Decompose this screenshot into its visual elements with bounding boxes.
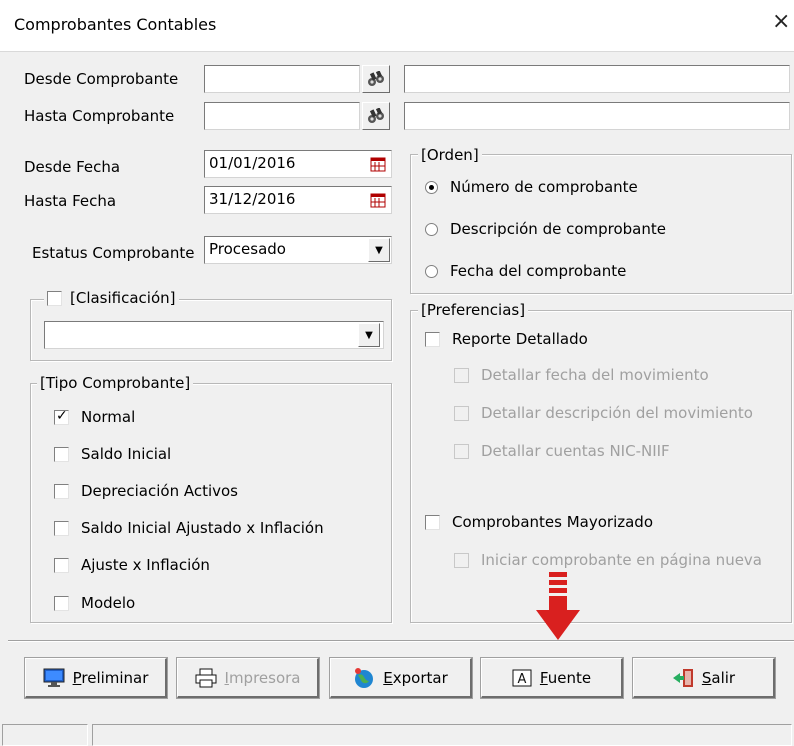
preferencias-legend: [Preferencias] — [418, 301, 529, 319]
checkbox[interactable] — [425, 514, 440, 530]
checkbox-label: Saldo Inicial Ajustado x Inflación — [81, 519, 324, 537]
checkbox[interactable] — [54, 483, 69, 499]
title-bar: Comprobantes Contables × — [0, 0, 794, 52]
estatus-label: Estatus Comprobante — [32, 244, 195, 262]
checkbox-label: Iniciar comprobante en página nueva — [481, 551, 762, 569]
exportar-label: Exportar — [383, 668, 448, 687]
hasta-comprobante-input[interactable] — [204, 102, 360, 130]
font-icon: A — [512, 669, 532, 687]
calendar-icon[interactable] — [370, 192, 386, 212]
radio-button[interactable] — [425, 264, 438, 278]
checkbox[interactable] — [54, 520, 69, 536]
desde-comprobante-label: Desde Comprobante — [24, 70, 179, 88]
checkbox-label: Saldo Inicial — [81, 445, 172, 463]
desde-fecha-input[interactable]: 01/01/2016 — [204, 150, 392, 178]
tipo-item-ajuste-inflacion[interactable]: Ajuste x Inflación — [54, 556, 210, 574]
status-panel-2 — [92, 724, 792, 746]
impresora-button: Impresora — [176, 657, 320, 699]
pagina-nueva-option: Iniciar comprobante en página nueva — [454, 551, 762, 569]
detallar-descripcion-option: Detallar descripción del movimiento — [454, 404, 753, 422]
tipo-item-normal[interactable]: ✓ Normal — [54, 408, 135, 426]
preliminar-label: Preliminar — [72, 668, 149, 687]
checkbox[interactable] — [425, 331, 440, 347]
chevron-down-icon: ▼ — [375, 244, 383, 256]
radio-label: Número de comprobante — [450, 178, 638, 196]
orden-option-fecha[interactable]: Fecha del comprobante — [425, 262, 626, 280]
checkbox[interactable] — [54, 446, 69, 462]
clasificacion-checkbox[interactable] — [47, 290, 62, 306]
checkbox-label: Normal — [81, 408, 136, 426]
status-panel-1 — [2, 724, 88, 746]
checkbox[interactable] — [54, 557, 69, 573]
salir-label: Salir — [701, 668, 736, 687]
mayorizado-option[interactable]: Comprobantes Mayorizado — [425, 513, 653, 531]
close-button[interactable]: × — [772, 11, 790, 33]
exit-door-icon — [672, 668, 693, 687]
orden-option-descripcion[interactable]: Descripción de comprobante — [425, 220, 666, 238]
chevron-down-icon: ▼ — [365, 329, 373, 341]
checkbox-label: Ajuste x Inflación — [81, 556, 210, 574]
separator — [8, 640, 794, 642]
printer-icon — [195, 668, 216, 687]
desde-comprobante-description — [404, 65, 790, 93]
hasta-fecha-input[interactable]: 31/12/2016 — [204, 186, 392, 214]
checkbox-label: Reporte Detallado — [452, 330, 588, 348]
tipo-item-depreciacion[interactable]: Depreciación Activos — [54, 482, 238, 500]
preferencias-group — [410, 310, 792, 623]
monitor-icon — [43, 668, 65, 687]
checkbox-label: Detallar cuentas NIC-NIIF — [481, 442, 670, 460]
desde-comprobante-input[interactable] — [204, 65, 360, 93]
globe-icon — [355, 667, 374, 688]
checkbox-label: Depreciación Activos — [81, 482, 239, 500]
impresora-label: Impresora — [224, 668, 301, 687]
estatus-dropdown-button[interactable]: ▼ — [368, 238, 390, 262]
radio-button[interactable] — [425, 222, 438, 236]
clasificacion-dropdown-button[interactable]: ▼ — [358, 323, 380, 347]
orden-option-numero[interactable]: Número de comprobante — [425, 178, 638, 196]
radio-button[interactable] — [425, 180, 438, 194]
estatus-select[interactable]: Procesado — [204, 236, 392, 264]
binoculars-icon — [368, 108, 384, 123]
radio-label: Descripción de comprobante — [450, 220, 666, 238]
checkbox-label: Detallar fecha del movimiento — [481, 366, 709, 384]
clasificacion-label: [Clasificación] — [70, 289, 176, 307]
checkbox — [454, 367, 469, 383]
detallar-fecha-option: Detallar fecha del movimiento — [454, 366, 709, 384]
desde-fecha-label: Desde Fecha — [24, 158, 121, 176]
checkbox[interactable] — [54, 595, 69, 611]
status-bar — [0, 724, 794, 746]
detallar-cuentas-option: Detallar cuentas NIC-NIIF — [454, 442, 670, 460]
fuente-button[interactable]: A Fuente — [480, 657, 624, 699]
calendar-icon[interactable] — [370, 156, 386, 176]
tipo-comprobante-legend: [Tipo Comprobante] — [37, 374, 194, 392]
preliminar-button[interactable]: Preliminar — [24, 657, 168, 699]
fuente-label: Fuente — [539, 668, 592, 687]
checkbox-label: Detallar descripción del movimiento — [481, 404, 753, 422]
checkbox-label: Comprobantes Mayorizado — [452, 513, 653, 531]
hasta-comprobante-description — [404, 102, 790, 130]
clasificacion-legend: [Clasificación] — [44, 289, 179, 307]
desde-comprobante-search-button[interactable] — [362, 65, 390, 93]
reporte-detallado-option[interactable]: Reporte Detallado — [425, 330, 588, 348]
tipo-item-saldo-inicial[interactable]: Saldo Inicial — [54, 445, 171, 463]
window-title: Comprobantes Contables — [14, 15, 217, 34]
hasta-comprobante-search-button[interactable] — [362, 102, 390, 130]
binoculars-icon — [368, 71, 384, 86]
exportar-button[interactable]: Exportar — [329, 657, 473, 699]
tipo-item-modelo[interactable]: Modelo — [54, 594, 135, 612]
tipo-item-saldo-ajustado[interactable]: Saldo Inicial Ajustado x Inflación — [54, 519, 324, 537]
checkbox — [454, 443, 469, 459]
radio-label: Fecha del comprobante — [450, 262, 627, 280]
hasta-fecha-label: Hasta Fecha — [24, 192, 117, 210]
clasificacion-select[interactable] — [44, 321, 384, 349]
red-arrow-annotation — [534, 572, 582, 646]
checkbox — [454, 405, 469, 421]
checkbox-label: Modelo — [81, 594, 136, 612]
checkbox — [454, 552, 469, 568]
svg-text:A: A — [517, 672, 526, 687]
checkbox[interactable]: ✓ — [54, 408, 69, 425]
orden-legend: [Orden] — [418, 146, 482, 164]
salir-button[interactable]: Salir — [632, 657, 776, 699]
hasta-comprobante-label: Hasta Comprobante — [24, 107, 175, 125]
